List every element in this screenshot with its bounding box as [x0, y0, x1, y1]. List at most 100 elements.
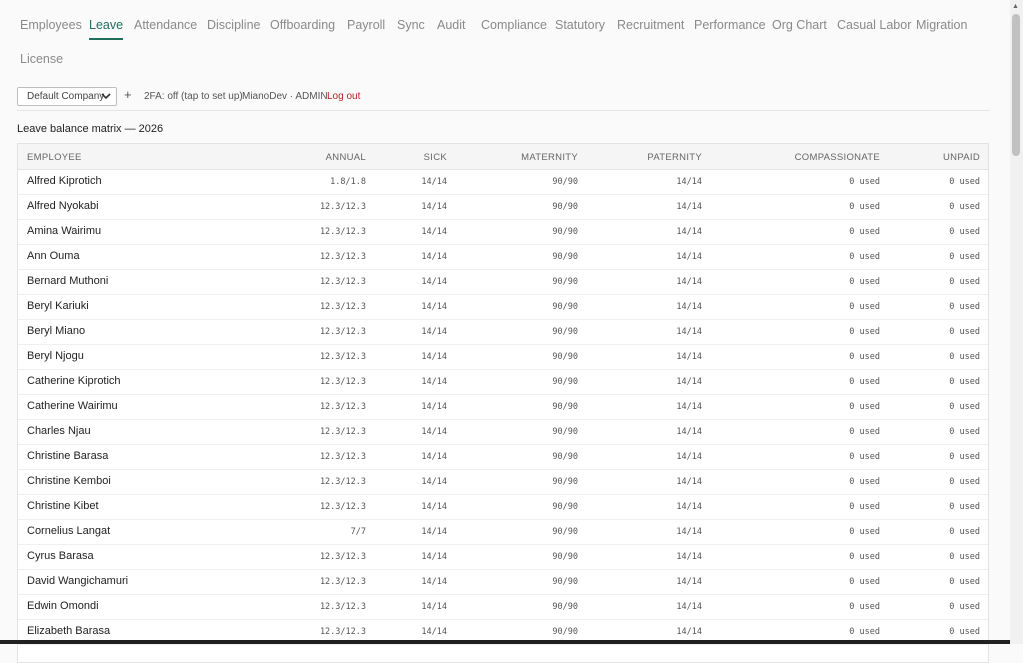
tab-license[interactable]: License	[20, 52, 63, 72]
compassionate-balance: 0 used	[849, 377, 880, 387]
tab-attendance[interactable]: Attendance	[134, 18, 197, 38]
table-row[interactable]: David Wangichamuri 12.3/12.3 14/14 90/90 14/…	[18, 569, 988, 595]
table-row[interactable]: Beryl Kariuki 12.3/12.3 14/14 90/90 14/14 0 u…	[18, 294, 988, 320]
annual-balance: 12.3/12.3	[319, 327, 366, 337]
tab-leave[interactable]: Leave	[89, 18, 124, 40]
maternity-balance: 90/90	[552, 302, 578, 312]
add-company-button[interactable]: +	[124, 87, 132, 102]
paternity-balance: 14/14	[676, 202, 702, 212]
sick-balance: 14/14	[421, 227, 447, 237]
unpaid-balance: 0 used	[949, 577, 980, 587]
compassionate-balance: 0 used	[849, 327, 880, 337]
paternity-balance: 14/14	[676, 427, 702, 437]
paternity-balance: 14/14	[676, 577, 702, 587]
tab-discipline[interactable]: Discipline	[207, 18, 261, 38]
unpaid-balance: 0 used	[949, 352, 980, 362]
sick-balance: 14/14	[421, 277, 447, 287]
tab-sync[interactable]: Sync	[397, 18, 425, 38]
logout-button[interactable]: Log out	[327, 91, 360, 102]
maternity-balance: 90/90	[552, 602, 578, 612]
unpaid-balance: 0 used	[949, 627, 980, 637]
tab-migration[interactable]: Migration	[916, 18, 967, 38]
compassionate-balance: 0 used	[849, 552, 880, 562]
table-row[interactable]: Ann Ouma 12.3/12.3 14/14 90/90 14/14 0 used 0 …	[18, 244, 988, 270]
table-row[interactable]: Catherine Kiprotich 12.3/12.3 14/14 90/90 14…	[18, 369, 988, 395]
company-select-value: Default Company	[27, 91, 105, 102]
table-row[interactable]: Amina Wairimu 12.3/12.3 14/14 90/90 14/14 0 u…	[18, 219, 988, 245]
sick-balance: 14/14	[421, 552, 447, 562]
column-header-unpaid: UNPAID	[943, 152, 980, 163]
compassionate-balance: 0 used	[849, 577, 880, 587]
table-row[interactable]: Charles Njau 12.3/12.3 14/14 90/90 14/14 0 us…	[18, 419, 988, 445]
compassionate-balance: 0 used	[849, 227, 880, 237]
scroll-up-arrow-icon[interactable]: ▲	[1012, 3, 1019, 10]
annual-balance: 12.3/12.3	[319, 627, 366, 637]
sick-balance: 14/14	[421, 202, 447, 212]
unpaid-balance: 0 used	[949, 277, 980, 287]
tab-compliance[interactable]: Compliance	[481, 18, 547, 38]
unpaid-balance: 0 used	[949, 427, 980, 437]
scrollbar-thumb[interactable]	[1012, 14, 1020, 156]
tab-org-chart[interactable]: Org Chart	[772, 18, 827, 38]
tab-employees[interactable]: Employees	[20, 18, 82, 38]
maternity-balance: 90/90	[552, 277, 578, 287]
annual-balance: 12.3/12.3	[319, 252, 366, 262]
maternity-balance: 90/90	[552, 327, 578, 337]
unpaid-balance: 0 used	[949, 377, 980, 387]
sick-balance: 14/14	[421, 377, 447, 387]
paternity-balance: 14/14	[676, 552, 702, 562]
employee-name: Christine Kemboi	[27, 475, 111, 487]
table-row[interactable]: Christine Kibet 12.3/12.3 14/14 90/90 14/14 0…	[18, 494, 988, 520]
table-row[interactable]: Christine Kemboi 12.3/12.3 14/14 90/90 14/14…	[18, 469, 988, 495]
compassionate-balance: 0 used	[849, 527, 880, 537]
table-row[interactable]: Christine Barasa 12.3/12.3 14/14 90/90 14/14…	[18, 444, 988, 470]
maternity-balance: 90/90	[552, 252, 578, 262]
paternity-balance: 14/14	[676, 277, 702, 287]
table-row[interactable]: Beryl Miano 12.3/12.3 14/14 90/90 14/14 0 use…	[18, 319, 988, 345]
compassionate-balance: 0 used	[849, 402, 880, 412]
sick-balance: 14/14	[421, 527, 447, 537]
maternity-balance: 90/90	[552, 502, 578, 512]
paternity-balance: 14/14	[676, 227, 702, 237]
toolbar: Default Company + 2FA: off (tap to set u…	[17, 87, 989, 106]
table-row[interactable]: Cornelius Langat 7/7 14/14 90/90 14/14 0 used…	[18, 519, 988, 545]
annual-balance: 12.3/12.3	[319, 202, 366, 212]
table-row[interactable]: Bernard Muthoni 12.3/12.3 14/14 90/90 14/14 0…	[18, 269, 988, 295]
table-row[interactable]: Edwin Omondi 12.3/12.3 14/14 90/90 14/14 0 us…	[18, 594, 988, 620]
twofa-setup-link[interactable]: 2FA: off (tap to set up)	[144, 91, 243, 102]
tab-payroll[interactable]: Payroll	[347, 18, 385, 38]
bottom-edge	[0, 640, 1010, 644]
unpaid-balance: 0 used	[949, 477, 980, 487]
maternity-balance: 90/90	[552, 627, 578, 637]
tab-casual-labor[interactable]: Casual Labor	[837, 18, 911, 38]
paternity-balance: 14/14	[676, 302, 702, 312]
column-header-maternity: MATERNITY	[521, 152, 578, 163]
unpaid-balance: 0 used	[949, 552, 980, 562]
company-select[interactable]: Default Company	[17, 87, 117, 106]
table-row[interactable]: Catherine Wairimu 12.3/12.3 14/14 90/90 14/1…	[18, 394, 988, 420]
compassionate-balance: 0 used	[849, 602, 880, 612]
sick-balance: 14/14	[421, 327, 447, 337]
table-row[interactable]: Alfred Nyokabi 12.3/12.3 14/14 90/90 14/14 0 …	[18, 194, 988, 220]
compassionate-balance: 0 used	[849, 627, 880, 637]
unpaid-balance: 0 used	[949, 302, 980, 312]
annual-balance: 12.3/12.3	[319, 277, 366, 287]
tab-audit[interactable]: Audit	[437, 18, 466, 38]
tab-performance[interactable]: Performance	[694, 18, 766, 38]
table-row[interactable]: Cyrus Barasa 12.3/12.3 14/14 90/90 14/14 0 us…	[18, 544, 988, 570]
tab-offboarding[interactable]: Offboarding	[270, 18, 335, 38]
compassionate-balance: 0 used	[849, 302, 880, 312]
employee-name: Christine Barasa	[27, 450, 109, 462]
employee-name: Cornelius Langat	[27, 525, 111, 537]
tab-recruitment[interactable]: Recruitment	[617, 18, 684, 38]
annual-balance: 12.3/12.3	[319, 502, 366, 512]
current-user-label: MianoDev · ADMIN	[242, 91, 328, 102]
table-header: EMPLOYEE ANNUAL SICK MATERNITY PATERNITY COMP…	[18, 144, 988, 170]
table-row[interactable]: Beryl Njogu 12.3/12.3 14/14 90/90 14/14 0 use…	[18, 344, 988, 370]
table-row[interactable]: Alfred Kiprotich 1.8/1.8 14/14 90/90 14/14 0 …	[18, 169, 988, 195]
tab-statutory[interactable]: Statutory	[555, 18, 605, 38]
unpaid-balance: 0 used	[949, 602, 980, 612]
employee-name: Ann Ouma	[27, 250, 80, 262]
annual-balance: 1.8/1.8	[330, 177, 366, 187]
compassionate-balance: 0 used	[849, 427, 880, 437]
